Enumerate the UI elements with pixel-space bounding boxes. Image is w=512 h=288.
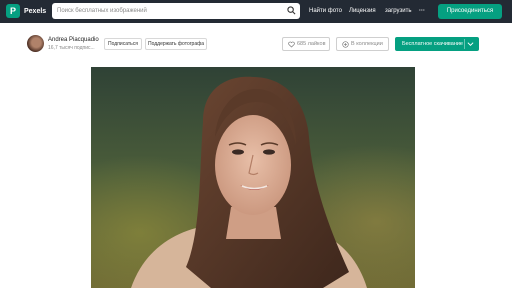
subscribe-button[interactable]: Подписаться [104,38,142,50]
author-name[interactable]: Andrea Piacquadio [48,36,99,44]
download-divider [464,39,465,49]
pexels-logo[interactable]: P [6,4,20,18]
nav-upload[interactable]: загрузить [385,6,412,17]
brand-name[interactable]: Pexels [24,6,46,17]
plus-circle-icon [342,41,349,48]
follower-count: 16,7 тысяч подпис... [48,45,95,51]
search-bar[interactable]: Поиск бесплатных изображений [52,3,300,19]
search-icon[interactable] [287,6,296,15]
collection-label: В коллекции [351,41,383,47]
avatar[interactable] [27,35,44,52]
download-label: Бесплатное скачивание [402,41,463,47]
collection-button[interactable]: В коллекции [336,37,389,51]
chevron-down-icon[interactable] [467,41,474,47]
more-menu-icon[interactable]: ··· [419,6,425,17]
nav-license[interactable]: Лицензия [349,6,376,17]
like-button[interactable]: 685 лайков [282,37,330,51]
top-nav: P Pexels Поиск бесплатных изображений На… [0,0,512,23]
search-input[interactable]: Поиск бесплатных изображений [57,6,147,16]
heart-icon [288,41,295,48]
main-photo[interactable] [91,67,415,288]
support-photographer-button[interactable]: Поддержать фотографа [145,38,207,50]
join-button[interactable]: Присоединиться [438,4,502,19]
logo-letter: P [9,6,16,16]
nav-find-photos[interactable]: Найти фото [309,6,342,17]
like-count: 685 лайков [297,41,326,47]
download-button[interactable]: Бесплатное скачивание [395,37,479,51]
